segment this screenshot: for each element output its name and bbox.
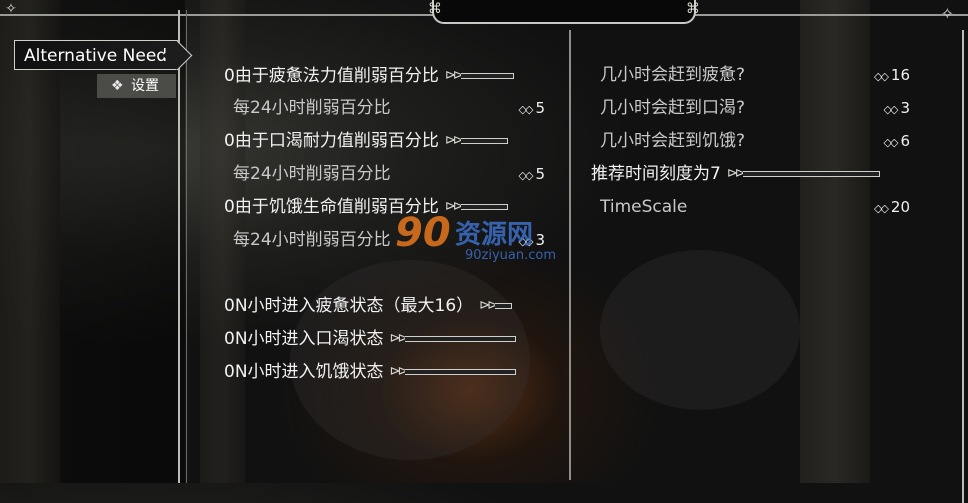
- option-value: ◇◇ 20: [873, 198, 910, 216]
- slider-bar: ⊳⊳: [445, 129, 508, 153]
- option-header[interactable]: 0由于饥饿生命值削弱百分比 ⊳⊳: [224, 195, 508, 219]
- mod-title: Alternative Needs: [24, 46, 176, 66]
- option-label: TimeScale: [600, 197, 688, 217]
- option-label: 0由于疲惫法力值削弱百分比: [224, 66, 439, 86]
- slider-bar: ⊳⊳: [479, 294, 512, 318]
- settings-page-item[interactable]: ❖ 设置: [97, 74, 176, 98]
- option-label: 每24小时削弱百分比: [233, 230, 391, 250]
- option-slider[interactable]: 几小时会赶到饥饿?: [600, 129, 745, 153]
- ornament-icon: ◇◇: [873, 202, 889, 215]
- slider-bar: ⊳⊳: [445, 64, 514, 88]
- chevron-right-icon: ⊳⊳: [389, 331, 409, 346]
- option-header[interactable]: 0N小时进入饥饿状态 ⊳⊳: [224, 360, 517, 384]
- option-label: 推荐时间刻度为7: [591, 164, 721, 184]
- slider-bar: ⊳⊳: [390, 327, 517, 351]
- chevron-right-icon: ⊳⊳: [389, 364, 409, 379]
- panel-border-left-inner: [186, 10, 187, 483]
- option-label: 0由于饥饿生命值削弱百分比: [224, 197, 439, 217]
- option-value: ◇◇ 5: [518, 165, 545, 183]
- chevron-right-icon: ⊳⊳: [444, 133, 464, 148]
- chevron-right-icon: ⊳⊳: [444, 68, 464, 83]
- chevron-right-icon: ⊳⊳: [444, 199, 464, 214]
- option-slider[interactable]: 几小时会赶到疲惫?: [600, 63, 745, 87]
- option-slider[interactable]: TimeScale: [600, 195, 687, 219]
- option-value: ◇◇ 16: [873, 66, 910, 84]
- ornament-icon: ◇◇: [518, 235, 534, 248]
- corner-ornament-icon: ✧: [5, 1, 17, 17]
- panel-border-right: [962, 30, 964, 503]
- ornament-icon: ◇◇: [518, 169, 534, 182]
- slider-bar: ⊳⊳: [390, 360, 517, 384]
- option-slider[interactable]: 每24小时削弱百分比: [233, 162, 391, 186]
- slider-bar: ⊳⊳: [445, 195, 508, 219]
- option-header[interactable]: 0由于疲惫法力值削弱百分比 ⊳⊳: [224, 64, 514, 88]
- option-label: 0N小时进入口渴状态: [224, 329, 384, 349]
- ornament-icon: ◇◇: [873, 70, 889, 83]
- option-label: 每24小时削弱百分比: [233, 98, 391, 118]
- option-value: ◇◇ 3: [518, 231, 545, 249]
- option-value: ◇◇ 5: [518, 99, 545, 117]
- option-value: ◇◇ 3: [883, 99, 910, 117]
- option-header[interactable]: 推荐时间刻度为7 ⊳⊳: [591, 162, 880, 186]
- chevron-right-icon: ⊳⊳: [479, 298, 498, 313]
- panel-border-left: [178, 10, 180, 483]
- option-label: 几小时会赶到疲惫?: [600, 65, 746, 85]
- knot-ornament-icon: ⌘: [686, 1, 700, 17]
- ornament-icon: ◇◇: [883, 103, 899, 116]
- ornament-icon: ◇◇: [883, 136, 899, 149]
- ornament-icon: ◇◇: [518, 103, 534, 116]
- option-header[interactable]: 0N小时进入口渴状态 ⊳⊳: [224, 327, 517, 351]
- knot-ornament-icon: ⌘: [428, 1, 442, 17]
- option-label: 几小时会赶到饥饿?: [600, 131, 746, 151]
- option-slider[interactable]: 每24小时削弱百分比: [233, 96, 391, 120]
- background-stone: [600, 250, 800, 410]
- option-label: 0N小时进入饥饿状态: [224, 362, 384, 382]
- corner-ornament-icon: ✧: [940, 4, 954, 23]
- option-label: 几小时会赶到口渴?: [600, 98, 746, 118]
- settings-label: 设置: [131, 78, 159, 94]
- option-label: 0由于口渴耐力值削弱百分比: [224, 131, 439, 151]
- header-notch: [432, 0, 696, 24]
- ornament-icon: ❖: [111, 78, 124, 94]
- mod-list-panel: [0, 0, 185, 483]
- option-label: 每24小时削弱百分比: [233, 164, 391, 184]
- option-header[interactable]: 0由于口渴耐力值削弱百分比 ⊳⊳: [224, 129, 508, 153]
- option-slider[interactable]: 几小时会赶到口渴?: [600, 96, 745, 120]
- slider-bar: ⊳⊳: [727, 162, 880, 186]
- option-label: 0N小时进入疲惫状态（最大16）: [224, 296, 474, 316]
- option-slider[interactable]: 每24小时削弱百分比: [233, 228, 391, 252]
- option-header[interactable]: 0N小时进入疲惫状态（最大16） ⊳⊳: [224, 294, 512, 318]
- column-divider: [569, 30, 571, 480]
- mod-list-item-alternative-needs[interactable]: Alternative Needs: [14, 40, 178, 70]
- option-value: ◇◇ 6: [883, 132, 910, 150]
- chevron-right-icon: ⊳⊳: [726, 166, 746, 181]
